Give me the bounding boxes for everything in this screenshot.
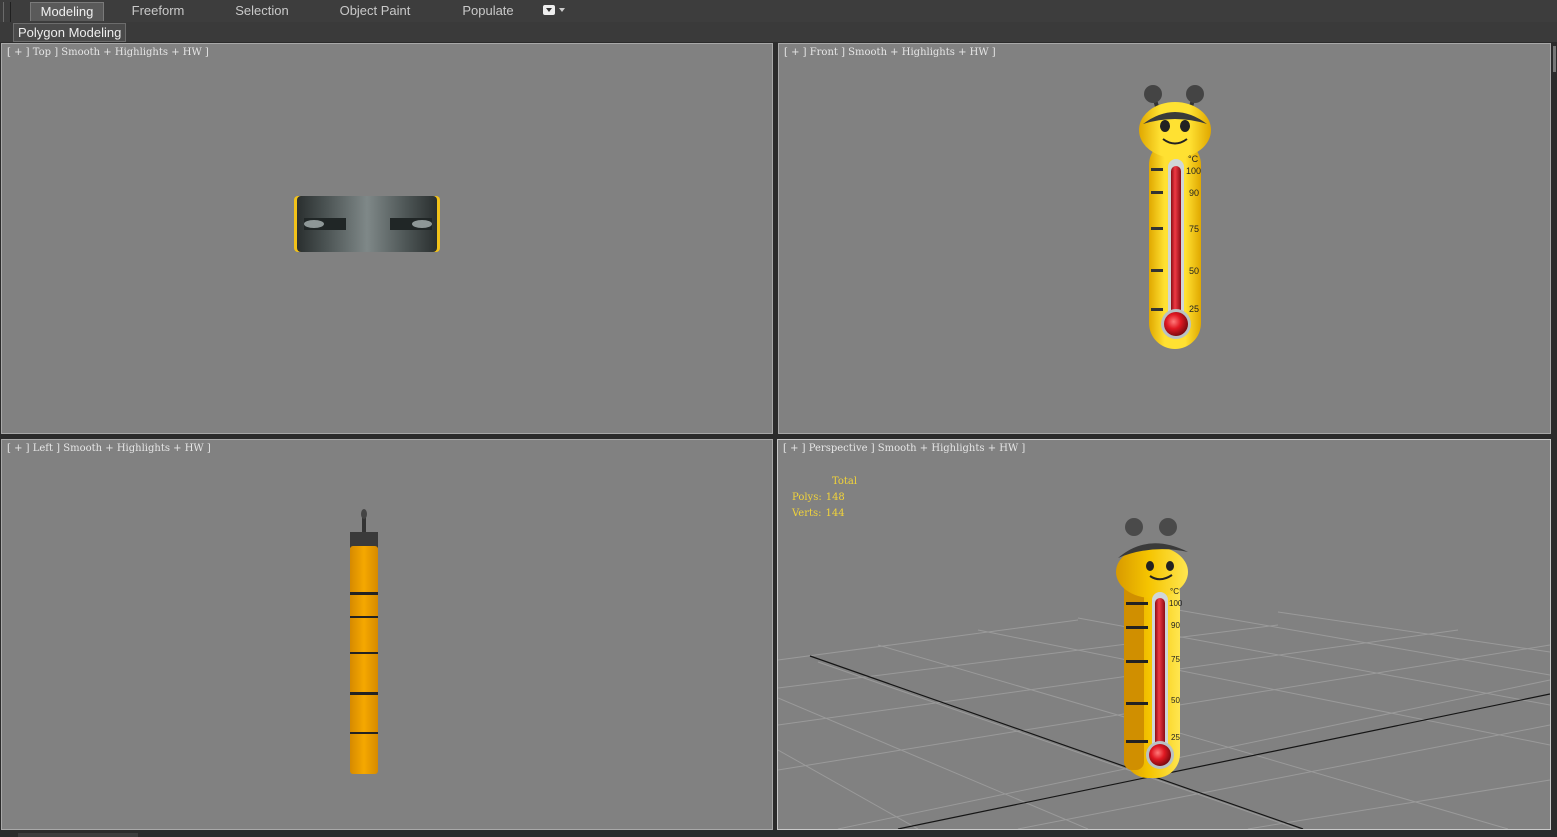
viewport-front[interactable]: [ + ] Front ] Smooth + Highlights + HW ] bbox=[778, 43, 1551, 434]
tick-100: 100 bbox=[1186, 166, 1201, 176]
ribbon-options-icon[interactable] bbox=[543, 5, 567, 17]
persp-unit-label: °C bbox=[1170, 587, 1179, 596]
left-view-model bbox=[350, 509, 378, 774]
tab-selection[interactable]: Selection bbox=[226, 2, 298, 20]
tab-populate[interactable]: Populate bbox=[452, 2, 524, 20]
viewport-top[interactable]: [ + ] Top ] Smooth + Highlights + HW ] bbox=[1, 43, 773, 434]
viewport-left[interactable]: [ + ] Left ] Smooth + Highlights + HW ] bbox=[1, 439, 773, 830]
front-view-model: °C 100 90 75 50 25 bbox=[1139, 85, 1211, 349]
right-scrollbar[interactable] bbox=[1553, 46, 1556, 72]
tab-object-paint[interactable]: Object Paint bbox=[330, 2, 420, 20]
persp-tick-75: 75 bbox=[1171, 655, 1180, 664]
perspective-scene: °C 100 90 75 50 25 bbox=[778, 518, 1550, 829]
tick-90: 90 bbox=[1189, 188, 1199, 198]
viewport-perspective[interactable]: [ + ] Perspective ] Smooth + Highlights … bbox=[777, 439, 1551, 830]
persp-tick-50: 50 bbox=[1171, 696, 1180, 705]
bottom-strip bbox=[0, 831, 1557, 837]
top-view-model bbox=[294, 196, 440, 252]
persp-tick-25: 25 bbox=[1171, 733, 1180, 742]
tab-modeling[interactable]: Modeling bbox=[30, 2, 104, 21]
persp-tick-100: 100 bbox=[1169, 599, 1183, 608]
bottom-tab[interactable] bbox=[18, 833, 138, 837]
ribbon-panel-bar: Polygon Modeling bbox=[0, 22, 1557, 42]
ribbon-bar: Modeling Freeform Selection Object Paint… bbox=[0, 0, 1557, 38]
tick-75: 75 bbox=[1189, 224, 1199, 234]
tick-25: 25 bbox=[1189, 304, 1199, 314]
tab-freeform[interactable]: Freeform bbox=[122, 2, 194, 20]
right-edge-bar bbox=[1552, 42, 1557, 837]
tick-50: 50 bbox=[1189, 266, 1199, 276]
unit-label: °C bbox=[1188, 154, 1199, 164]
polygon-modeling-button[interactable]: Polygon Modeling bbox=[13, 23, 127, 42]
persp-tick-90: 90 bbox=[1171, 621, 1180, 630]
